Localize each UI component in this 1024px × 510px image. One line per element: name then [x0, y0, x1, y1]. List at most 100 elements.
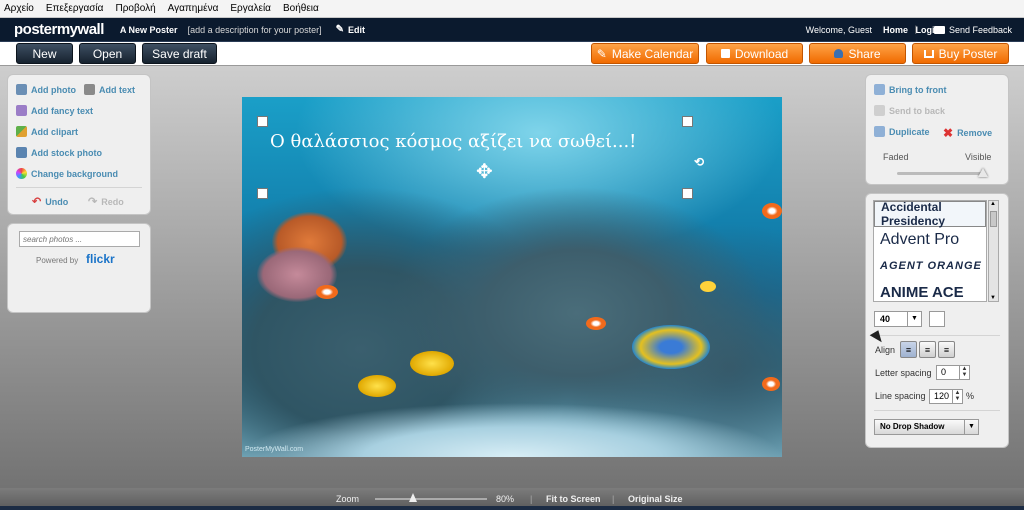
font-option[interactable]: ANIME ACE	[874, 279, 986, 301]
zoom-separator: |	[530, 494, 533, 504]
make-calendar-button[interactable]: ✎ Make Calendar	[591, 43, 699, 64]
add-clipart-link[interactable]: Add clipart	[16, 126, 78, 137]
resize-handle[interactable]	[682, 116, 693, 127]
font-option[interactable]: Accidental Presidency	[874, 201, 986, 228]
clipart-icon	[16, 126, 27, 137]
open-button[interactable]: Open	[79, 43, 136, 64]
resize-handle[interactable]	[257, 116, 268, 127]
undo-button[interactable]: ↶ Undo	[32, 195, 68, 208]
divider	[874, 410, 1000, 411]
clown-fish	[586, 317, 606, 330]
text-color-swatch[interactable]	[929, 311, 945, 327]
flickr-logo[interactable]: flickr	[86, 252, 115, 266]
opacity-slider-track[interactable]	[897, 172, 983, 175]
remove-button[interactable]: ✖ Remove	[943, 126, 992, 140]
angel-fish	[632, 325, 710, 369]
add-stock-photo-link[interactable]: Add stock photo	[16, 147, 102, 158]
menu-view[interactable]: Προβολή	[115, 3, 155, 14]
zoom-slider-thumb[interactable]	[409, 493, 417, 502]
letter-spacing-label: Letter spacing	[875, 368, 932, 378]
font-option[interactable]: Advent Pro	[874, 227, 986, 253]
watermark: PosterMyWall.com	[245, 446, 304, 453]
pencil-icon: ✎	[596, 46, 607, 61]
search-photos-input[interactable]	[19, 231, 140, 247]
divider	[16, 187, 142, 188]
resize-handle[interactable]	[682, 188, 693, 199]
yellow-fish	[410, 351, 454, 376]
add-fancy-text-link[interactable]: Add fancy text	[16, 105, 93, 116]
feedback-label: Send Feedback	[948, 25, 1012, 35]
zoom-slider-track[interactable]	[375, 498, 487, 500]
rotate-icon[interactable]: ⟲	[694, 155, 704, 169]
yellow-fish	[700, 281, 716, 292]
poster-canvas[interactable]: ⟲ ✥ Ο θαλάσσιος κόσμος αξίζει να σωθεί..…	[242, 97, 782, 457]
spinner-arrows-icon[interactable]: ▲ ▼	[959, 366, 969, 379]
font-list[interactable]: Accidental Presidency Advent Pro AGENT O…	[873, 200, 987, 302]
new-button[interactable]: New	[16, 43, 73, 64]
edit-link[interactable]: ✎ Edit	[336, 24, 365, 35]
poster-title[interactable]: A New Poster	[120, 25, 178, 35]
line-spacing-unit: %	[966, 391, 975, 401]
add-text-link[interactable]: Add text	[84, 84, 135, 95]
menu-help[interactable]: Βοήθεια	[283, 3, 319, 14]
chevron-down-icon: ▼	[964, 420, 978, 434]
font-option[interactable]: AGENT ORANGE	[874, 253, 986, 279]
buy-poster-button[interactable]: Buy Poster	[912, 43, 1009, 64]
logo[interactable]: postermywall	[14, 21, 104, 38]
divider	[874, 335, 1000, 336]
zoom-separator: |	[612, 494, 615, 504]
duplicate-label: Duplicate	[889, 126, 930, 137]
spinner-arrows-icon[interactable]: ▲ ▼	[952, 390, 962, 403]
add-photo-link[interactable]: Add photo	[16, 84, 76, 95]
save-draft-button[interactable]: Save draft	[142, 43, 217, 64]
menu-edit[interactable]: Επεξεργασία	[46, 3, 104, 14]
os-taskbar	[0, 506, 1024, 510]
fit-to-screen-button[interactable]: Fit to Screen	[546, 494, 601, 504]
browser-menubar: Αρχείο Επεξεργασία Προβολή Αγαπημένα Εργ…	[0, 0, 1024, 18]
original-size-button[interactable]: Original Size	[628, 494, 683, 504]
change-background-link[interactable]: Change background	[16, 168, 118, 179]
add-fancy-text-label: Add fancy text	[31, 105, 94, 116]
send-feedback-link[interactable]: Send Feedback	[933, 25, 1012, 35]
add-text-label: Add text	[99, 84, 135, 95]
resize-handle[interactable]	[257, 188, 268, 199]
scroll-down-icon[interactable]: ▼	[990, 295, 996, 301]
align-right-button[interactable]: ≡	[938, 341, 955, 358]
redo-label: Redo	[101, 196, 124, 207]
pencil-icon: ✎	[335, 24, 345, 35]
download-button[interactable]: Download	[706, 43, 803, 64]
opacity-slider-thumb[interactable]	[978, 168, 988, 177]
share-button[interactable]: Share	[809, 43, 906, 64]
scrollbar-thumb[interactable]	[990, 211, 997, 227]
menu-tools[interactable]: Εργαλεία	[230, 3, 271, 14]
font-size-select[interactable]: 40 ▼	[874, 311, 922, 327]
menu-favorites[interactable]: Αγαπημένα	[168, 3, 219, 14]
redo-button[interactable]: ↷ Redo	[88, 195, 124, 208]
home-link[interactable]: Home	[883, 25, 908, 35]
drop-shadow-select[interactable]: No Drop Shadow ▼	[874, 419, 979, 435]
line-spacing-input[interactable]: 120 ▲ ▼	[929, 389, 963, 404]
align-label: Align	[875, 345, 896, 355]
arrange-panel: Bring to front Send to back Duplicate ✖ …	[865, 74, 1009, 185]
duplicate-button[interactable]: Duplicate	[874, 126, 930, 137]
align-center-button[interactable]: ≡	[919, 341, 936, 358]
scroll-up-icon[interactable]: ▲	[990, 201, 996, 207]
font-list-scrollbar[interactable]: ▲ ▼	[988, 200, 999, 302]
welcome-text: Welcome, Guest	[805, 25, 872, 35]
poster-text[interactable]: Ο θαλάσσιος κόσμος αξίζει να σωθεί...!	[270, 131, 636, 152]
text-style-panel: Accidental Presidency Advent Pro AGENT O…	[865, 193, 1009, 448]
menu-file[interactable]: Αρχείο	[4, 3, 34, 14]
letter-spacing-input[interactable]: 0 ▲ ▼	[936, 365, 970, 380]
move-icon[interactable]: ✥	[476, 159, 493, 184]
bring-to-front-button[interactable]: Bring to front	[874, 84, 947, 95]
letter-spacing-value: 0	[941, 367, 947, 377]
poster-description[interactable]: [add a description for your poster]	[188, 25, 322, 35]
line-spacing-label: Line spacing	[875, 391, 926, 401]
share-label: Share	[848, 46, 881, 61]
undo-label: Undo	[45, 196, 69, 207]
send-to-back-label: Send to back	[889, 105, 946, 116]
bring-front-icon	[874, 84, 885, 95]
send-to-back-button[interactable]: Send to back	[874, 105, 945, 116]
align-left-button[interactable]: ≡	[900, 341, 917, 358]
text-icon	[84, 84, 95, 95]
